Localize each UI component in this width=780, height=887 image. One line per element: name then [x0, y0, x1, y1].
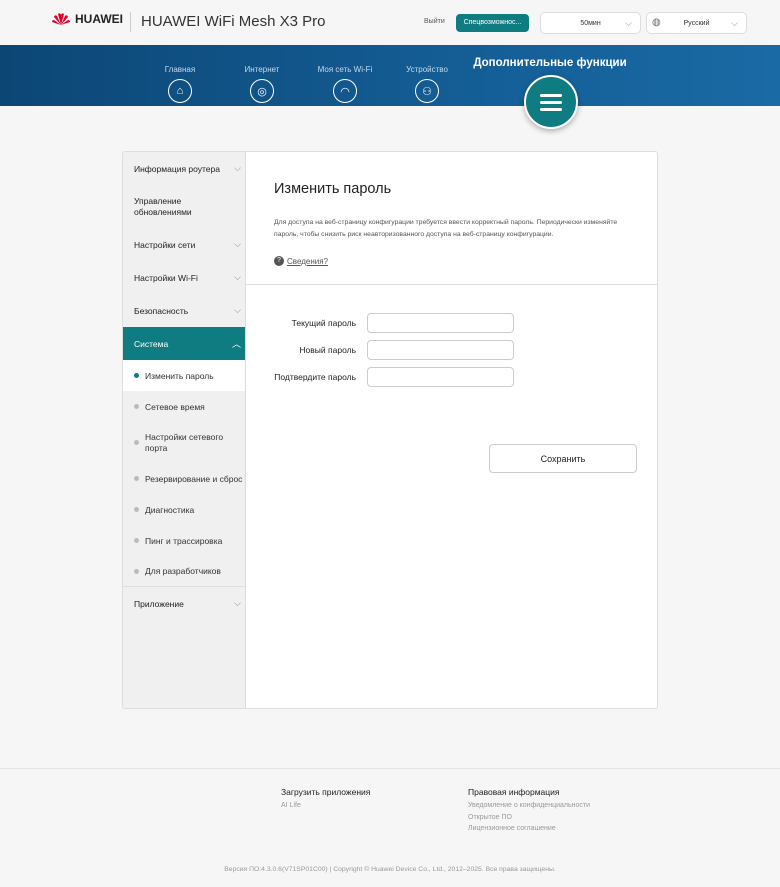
- logout-link[interactable]: Выйти: [424, 18, 445, 25]
- question-icon: ?: [274, 256, 284, 266]
- sidebar-item-router-info[interactable]: Информация роутера ⌵: [123, 152, 245, 185]
- product-name: HUAWEI WiFi Mesh X3 Pro: [141, 13, 326, 30]
- sidebar-item-network[interactable]: Настройки сети ⌵: [123, 228, 245, 261]
- nav-label: Главная: [164, 65, 196, 74]
- sidebar-item-wifi[interactable]: Настройки Wi-Fi ⌵: [123, 261, 245, 294]
- sidebar-sub-ping[interactable]: Пинг и трассировка: [123, 525, 245, 556]
- settings-panel: Информация роутера ⌵ Управление обновлени…: [122, 151, 658, 709]
- sidebar-item-security[interactable]: Безопасность ⌵: [123, 294, 245, 327]
- help-link[interactable]: ? Сведения?: [274, 256, 328, 266]
- sidebar-label: Настройки Wi-Fi: [134, 272, 198, 283]
- sidebar-label: Приложение: [134, 598, 184, 609]
- new-password-label: Новый пароль: [299, 345, 356, 355]
- version-copyright: Версия ПО:4.3.0.6(V71SP01C00) | Copyrigh…: [224, 866, 556, 873]
- sidebar-sub-developers[interactable]: Для разработчиков: [123, 556, 245, 587]
- footer-apps: Загрузить приложения AI Life: [281, 787, 370, 812]
- footer-legal: Правовая информация Уведомление о конфид…: [468, 787, 590, 835]
- chevron-down-icon: ⌵: [234, 163, 241, 173]
- sidebar-label: Управление обновлениями: [134, 195, 192, 217]
- privacy-link[interactable]: Уведомление о конфиденциальности: [468, 800, 590, 812]
- open-source-link[interactable]: Открытое ПО: [468, 812, 590, 824]
- home-icon: ⌂: [168, 79, 192, 103]
- brand-name: HUAWEI: [75, 12, 123, 26]
- save-button[interactable]: Сохранить: [489, 444, 637, 473]
- confirm-password-label: Подтвердите пароль: [274, 372, 356, 382]
- divider: [246, 284, 657, 285]
- huawei-logo: HUAWEI: [52, 12, 123, 26]
- chevron-down-icon: ⌵: [625, 18, 632, 28]
- sidebar-sub-change-password[interactable]: Изменить пароль: [123, 360, 245, 391]
- sidebar-label: Настройки сети: [134, 239, 196, 250]
- main-nav: Главная ⌂ Интернет ◎ Моя сеть Wi-Fi ◠ Устро…: [0, 45, 780, 106]
- license-link[interactable]: Лицензионное соглашение: [468, 823, 590, 835]
- nav-home[interactable]: Главная ⌂: [145, 65, 215, 103]
- chevron-down-icon: ⌵: [234, 598, 241, 608]
- sidebar-label: Изменить пароль: [145, 370, 214, 381]
- chevron-down-icon: ⌵: [234, 272, 241, 282]
- nav-wifi[interactable]: Моя сеть Wi-Fi ◠: [310, 65, 380, 103]
- sidebar-sub-diagnostics[interactable]: Диагностика: [123, 494, 245, 525]
- sidebar-label: Диагностика: [145, 504, 195, 515]
- logo-divider: [130, 12, 131, 32]
- footer-divider: [0, 768, 780, 769]
- ai-life-link[interactable]: AI Life: [281, 800, 370, 812]
- wifi-icon: ◠: [333, 79, 357, 103]
- sidebar-label: Для разработчиков: [145, 566, 221, 576]
- menu-icon[interactable]: [524, 75, 578, 129]
- sidebar-label: Настройки сетевого порта: [145, 431, 224, 453]
- language-select[interactable]: ◍ Русский ⌵: [646, 12, 747, 34]
- sidebar-sub-backup[interactable]: Резервирование и сброс: [123, 463, 245, 494]
- sidebar-item-system[interactable]: Система ︿: [123, 327, 245, 360]
- sidebar-sub-port-settings[interactable]: Настройки сетевого порта: [123, 422, 233, 463]
- user-icon: ⚇: [415, 79, 439, 103]
- nav-label: Интернет: [244, 65, 280, 74]
- sidebar: Информация роутера ⌵ Управление обновлени…: [123, 152, 246, 708]
- sidebar-label: Система: [134, 338, 169, 349]
- nav-advanced[interactable]: Дополнительные функции: [470, 57, 630, 69]
- sidebar-item-updates[interactable]: Управление обновлениями: [123, 185, 203, 228]
- footer-legal-title: Правовая информация: [468, 787, 560, 797]
- nav-internet[interactable]: Интернет ◎: [227, 65, 297, 103]
- current-password-input[interactable]: [367, 313, 514, 333]
- page-title: Изменить пароль: [274, 181, 392, 197]
- confirm-password-input[interactable]: [367, 367, 514, 387]
- page-description: Для доступа на веб-страницу конфигурации…: [274, 219, 618, 238]
- chevron-up-icon: ︿: [231, 339, 241, 349]
- accessibility-button[interactable]: Спецвозможнос...: [456, 14, 529, 32]
- huawei-flower-icon: [52, 13, 70, 25]
- sidebar-label: Безопасность: [134, 305, 189, 316]
- sidebar-label: Пинг и трассировка: [145, 535, 223, 546]
- sidebar-sub-network-time[interactable]: Сетевое время: [123, 391, 245, 422]
- globe-icon: ◎: [250, 79, 274, 103]
- sidebar-label: Резервирование и сброс: [145, 473, 243, 484]
- nav-label: Устройство: [406, 65, 448, 74]
- chevron-down-icon: ⌵: [234, 305, 241, 315]
- timeout-select[interactable]: 50мин ⌵: [540, 12, 641, 34]
- sidebar-label: Сетевое время: [145, 401, 205, 412]
- sidebar-item-apps[interactable]: Приложение ⌵: [123, 587, 245, 620]
- chevron-down-icon: ⌵: [731, 18, 738, 28]
- new-password-input[interactable]: [367, 340, 514, 360]
- main-content: Изменить пароль Для доступа на веб-стран…: [246, 152, 657, 708]
- nav-label: Моя сеть Wi-Fi: [317, 65, 373, 74]
- help-label: Сведения?: [287, 256, 328, 266]
- current-password-label: Текущий пароль: [291, 318, 356, 328]
- sidebar-label: Информация роутера: [134, 163, 220, 174]
- nav-device[interactable]: Устройство ⚇: [392, 65, 462, 103]
- chevron-down-icon: ⌵: [234, 239, 241, 249]
- footer-apps-title: Загрузить приложения: [281, 787, 371, 797]
